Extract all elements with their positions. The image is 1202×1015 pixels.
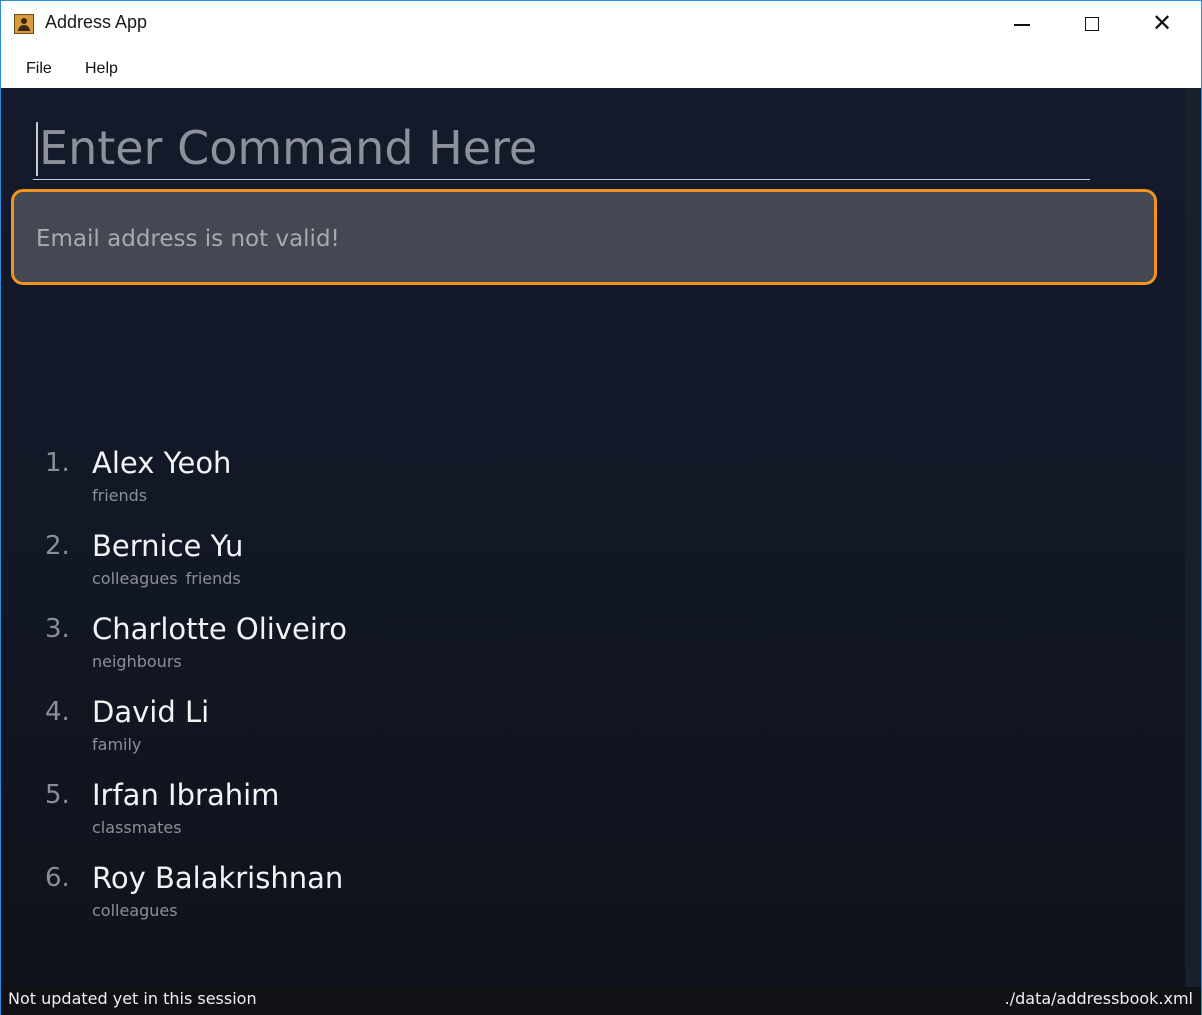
menu-help[interactable]: Help <box>85 60 118 78</box>
person-card[interactable]: 2. Bernice Yu colleagues friends <box>1 521 1181 604</box>
tag-label: neighbours <box>92 652 182 671</box>
tag-label: colleagues <box>92 901 178 920</box>
window-title: Address App <box>45 12 148 32</box>
person-card[interactable]: 5. Irfan Ibrahim classmates <box>1 770 1181 853</box>
person-card[interactable]: 1. Alex Yeoh friends <box>1 438 1181 521</box>
person-card[interactable]: 4. David Li family <box>1 687 1181 770</box>
maximize-icon <box>1085 17 1099 31</box>
person-tags: colleagues <box>92 901 186 920</box>
person-index: 4. <box>45 697 70 727</box>
person-card[interactable]: 3. Charlotte Oliveiro neighbours <box>1 604 1181 687</box>
command-box[interactable] <box>33 118 1090 180</box>
maximize-button[interactable] <box>1057 1 1127 49</box>
menu-file[interactable]: File <box>26 60 52 78</box>
close-button[interactable]: ✕ <box>1127 1 1197 49</box>
tag-label: friends <box>185 569 241 588</box>
result-display: Email address is not valid! <box>11 189 1157 285</box>
person-card[interactable]: 6. Roy Balakrishnan colleagues <box>1 853 1181 936</box>
app-window: Address App ✕ File Help Email address is… <box>0 0 1202 1015</box>
person-name: Roy Balakrishnan <box>92 861 344 895</box>
status-bar: Not updated yet in this session ./data/a… <box>1 987 1201 1015</box>
person-name: David Li <box>92 695 210 729</box>
tag-label: colleagues <box>92 569 178 588</box>
person-index: 3. <box>45 614 70 644</box>
minimize-icon <box>1014 24 1030 26</box>
person-tags: classmates <box>92 818 190 837</box>
person-name: Bernice Yu <box>92 529 244 563</box>
person-tags: colleagues friends <box>92 569 249 588</box>
scrollbar-track[interactable] <box>1185 88 1201 1015</box>
tag-label: family <box>92 735 142 754</box>
save-location: ./data/addressbook.xml <box>1004 989 1193 1008</box>
minimize-button[interactable] <box>987 1 1057 49</box>
person-name: Irfan Ibrahim <box>92 778 280 812</box>
command-input[interactable] <box>33 118 1090 178</box>
person-list: 1. Alex Yeoh friends 2. Bernice Yu colleagues… <box>1 438 1181 936</box>
person-tags: neighbours <box>92 652 190 671</box>
tag-label: friends <box>92 486 148 505</box>
person-name: Charlotte Oliveiro <box>92 612 347 646</box>
person-index: 1. <box>45 448 70 478</box>
person-name: Alex Yeoh <box>92 446 232 480</box>
address-book-icon <box>14 14 34 34</box>
person-tags: friends <box>92 486 155 505</box>
person-index: 6. <box>45 863 70 893</box>
title-bar[interactable]: Address App ✕ <box>1 1 1201 49</box>
tag-label: classmates <box>92 818 182 837</box>
result-message: Email address is not valid! <box>36 226 340 252</box>
menu-bar: File Help <box>1 49 1201 88</box>
sync-status: Not updated yet in this session <box>8 989 257 1008</box>
main-content: Email address is not valid! 1. Alex Yeoh f… <box>1 88 1201 1015</box>
person-tags: family <box>92 735 149 754</box>
person-index: 2. <box>45 531 70 561</box>
close-icon: ✕ <box>1152 9 1173 37</box>
person-index: 5. <box>45 780 70 810</box>
